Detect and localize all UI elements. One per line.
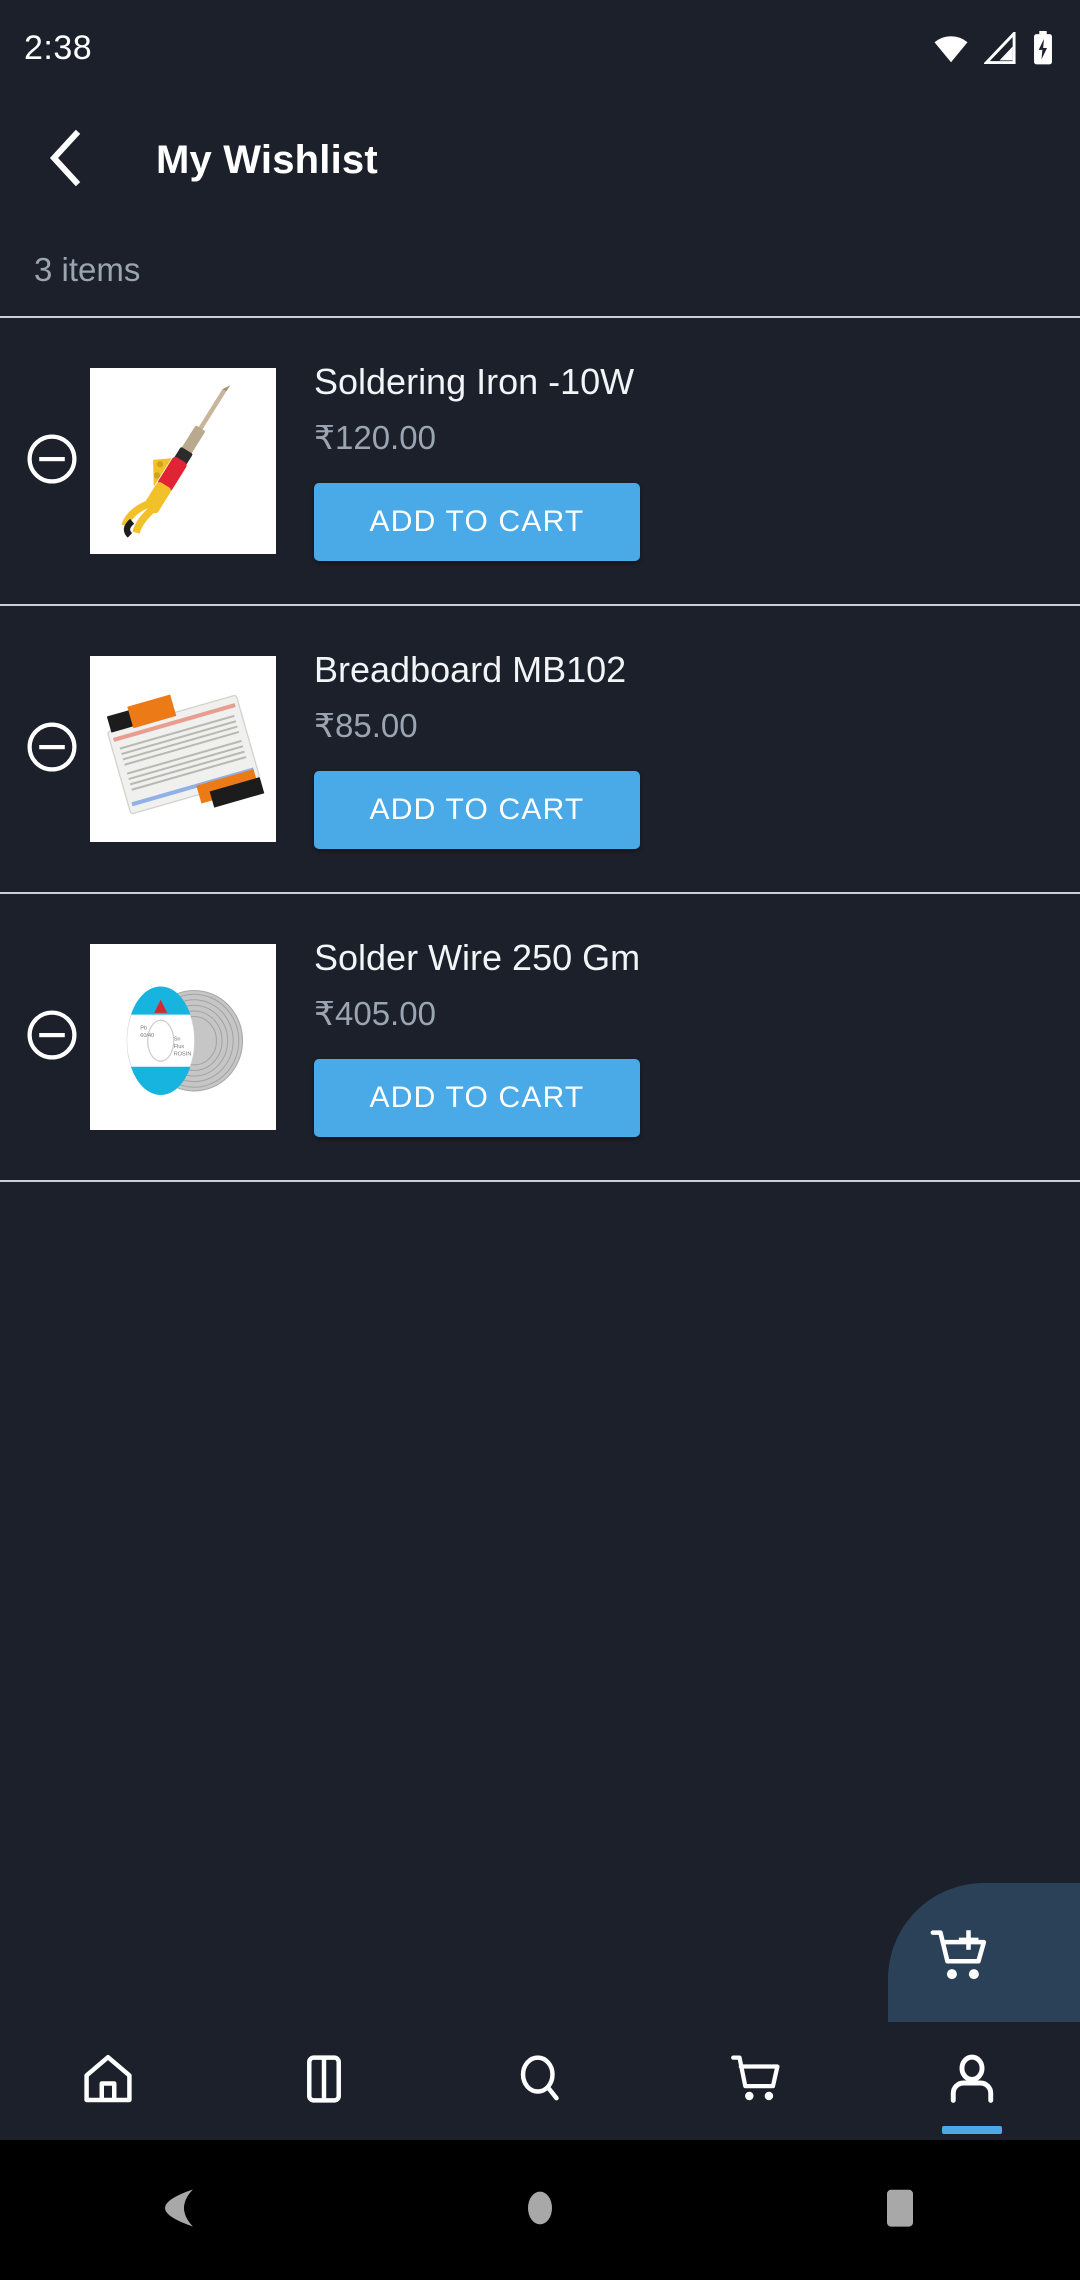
- nav-item-home[interactable]: [0, 2022, 216, 2140]
- page-title: My Wishlist: [156, 137, 378, 182]
- svg-text:Flux: Flux: [174, 1044, 185, 1050]
- product-thumbnail[interactable]: Pb 60/40 Sn Flux ROSIN: [90, 944, 276, 1130]
- back-triangle-icon: [159, 2185, 201, 2236]
- wishlist: Soldering Iron -10W ₹120.00 ADD TO CART: [0, 316, 1080, 1182]
- add-to-cart-button[interactable]: ADD TO CART: [314, 771, 640, 850]
- nav-item-profile[interactable]: [864, 2022, 1080, 2140]
- home-icon: [79, 2050, 137, 2113]
- cart-icon: [727, 2050, 785, 2113]
- recents-square-icon: [883, 2185, 917, 2236]
- product-info: Solder Wire 250 Gm ₹405.00 ADD TO CART: [276, 936, 1080, 1138]
- breadboard-photo: [90, 656, 276, 842]
- product-price: ₹85.00: [314, 707, 418, 745]
- wishlist-item[interactable]: Soldering Iron -10W ₹120.00 ADD TO CART: [0, 318, 1080, 604]
- back-button[interactable]: [30, 124, 102, 196]
- product-price: ₹405.00: [314, 995, 436, 1033]
- wishlist-item[interactable]: Pb 60/40 Sn Flux ROSIN Solder Wire 250 G…: [0, 894, 1080, 1180]
- add-to-cart-button[interactable]: ADD TO CART: [314, 483, 640, 562]
- search-icon: [511, 2050, 569, 2113]
- product-thumbnail[interactable]: [90, 368, 276, 554]
- remove-from-wishlist-button[interactable]: [0, 721, 104, 778]
- chevron-left-icon: [44, 128, 88, 193]
- svg-text:ROSIN: ROSIN: [174, 1052, 192, 1058]
- add-all-to-cart-fab[interactable]: [888, 1883, 1080, 2033]
- item-count-label: 3 items: [34, 251, 141, 288]
- product-name: Breadboard MB102: [314, 648, 627, 690]
- wishlist-item[interactable]: Breadboard MB102 ₹85.00 ADD TO CART: [0, 606, 1080, 892]
- active-tab-indicator: [942, 2126, 1002, 2134]
- product-thumbnail[interactable]: [90, 656, 276, 842]
- status-bar-icons: [932, 31, 1054, 65]
- remove-from-wishlist-button[interactable]: [0, 1009, 104, 1066]
- product-name: Solder Wire 250 Gm: [314, 936, 641, 978]
- app-bar: My Wishlist: [0, 96, 1080, 224]
- list-divider: [0, 1180, 1080, 1182]
- battery-charging-icon: [1032, 31, 1054, 65]
- remove-from-wishlist-button[interactable]: [0, 433, 104, 490]
- minus-circle-icon: [26, 433, 78, 490]
- add-to-cart-icon: [930, 1927, 992, 1990]
- solder-wire-spool-photo: Pb 60/40 Sn Flux ROSIN: [90, 944, 276, 1130]
- wifi-icon: [932, 33, 970, 63]
- cellular-signal-icon: [984, 32, 1018, 64]
- android-back-button[interactable]: [115, 2140, 245, 2280]
- product-price: ₹120.00: [314, 419, 436, 457]
- product-info: Breadboard MB102 ₹85.00 ADD TO CART: [276, 648, 1080, 850]
- product-name: Soldering Iron -10W: [314, 360, 635, 402]
- bottom-navigation: [0, 2022, 1080, 2140]
- minus-circle-icon: [26, 1009, 78, 1066]
- android-recents-button[interactable]: [835, 2140, 965, 2280]
- status-bar: 2:38: [0, 0, 1080, 96]
- categories-icon: [295, 2050, 353, 2113]
- nav-item-search[interactable]: [432, 2022, 648, 2140]
- android-navigation-bar: [0, 2140, 1080, 2280]
- product-info: Soldering Iron -10W ₹120.00 ADD TO CART: [276, 360, 1080, 562]
- home-circle-icon: [519, 2184, 561, 2237]
- status-bar-time: 2:38: [24, 29, 93, 67]
- minus-circle-icon: [26, 721, 78, 778]
- svg-text:Sn: Sn: [174, 1037, 181, 1043]
- profile-icon: [943, 2050, 1001, 2113]
- add-to-cart-button[interactable]: ADD TO CART: [314, 1059, 640, 1138]
- nav-item-categories[interactable]: [216, 2022, 432, 2140]
- soldering-iron-photo: [90, 368, 276, 554]
- item-count-row: 3 items: [0, 224, 1080, 316]
- nav-item-cart[interactable]: [648, 2022, 864, 2140]
- svg-text:Pb: Pb: [140, 1026, 147, 1032]
- svg-text:60/40: 60/40: [140, 1033, 154, 1039]
- android-home-button[interactable]: [475, 2140, 605, 2280]
